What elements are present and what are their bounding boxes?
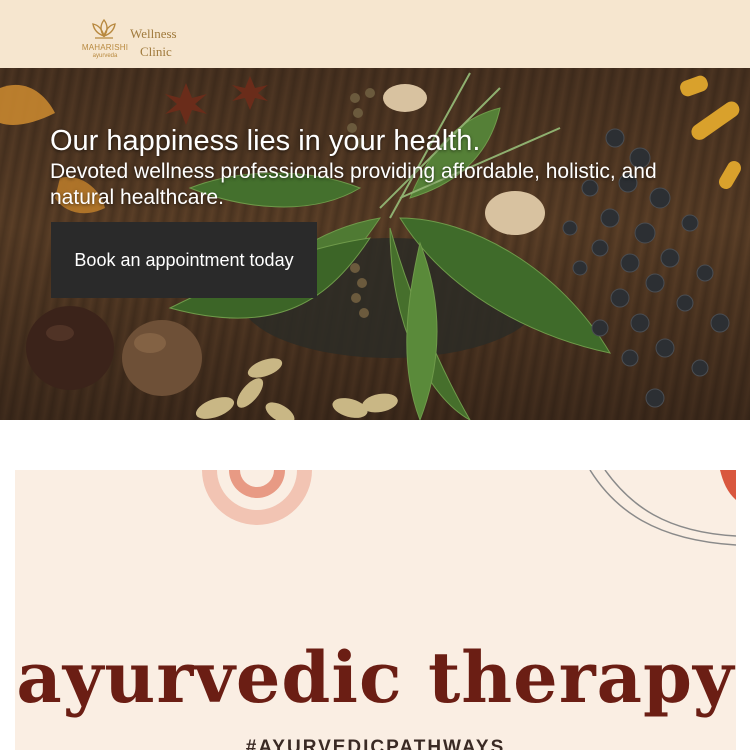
- banner-hashtag: #AYURVEDICPATHWAYS: [245, 737, 506, 750]
- hero-section: Our happiness lies in your health. Devot…: [0, 68, 750, 420]
- brand-line-2: Clinic: [140, 44, 172, 59]
- hero-subtitle: Devoted wellness professionals providing…: [50, 160, 657, 209]
- book-appointment-button[interactable]: Book an appointment today: [51, 222, 317, 298]
- hero-title: Our happiness lies in your health.: [50, 125, 481, 157]
- clinic-name[interactable]: Wellness Clinic: [130, 25, 177, 61]
- lotus-icon: [92, 18, 116, 39]
- banner-title: ayurvedic therapy: [16, 636, 735, 719]
- maharishi-ayurveda-logo[interactable]: MAHARISHI ayurveda: [78, 18, 132, 64]
- site-header: MAHARISHI ayurveda Wellness Clinic: [0, 0, 750, 68]
- logo-wordmark: MAHARISHI: [81, 43, 129, 52]
- therapy-banner[interactable]: ayurvedic therapy #AYURVEDICPATHWAYS: [15, 470, 736, 750]
- brand-line-1: Wellness: [130, 26, 177, 41]
- logo-subtext: ayurveda: [92, 53, 118, 59]
